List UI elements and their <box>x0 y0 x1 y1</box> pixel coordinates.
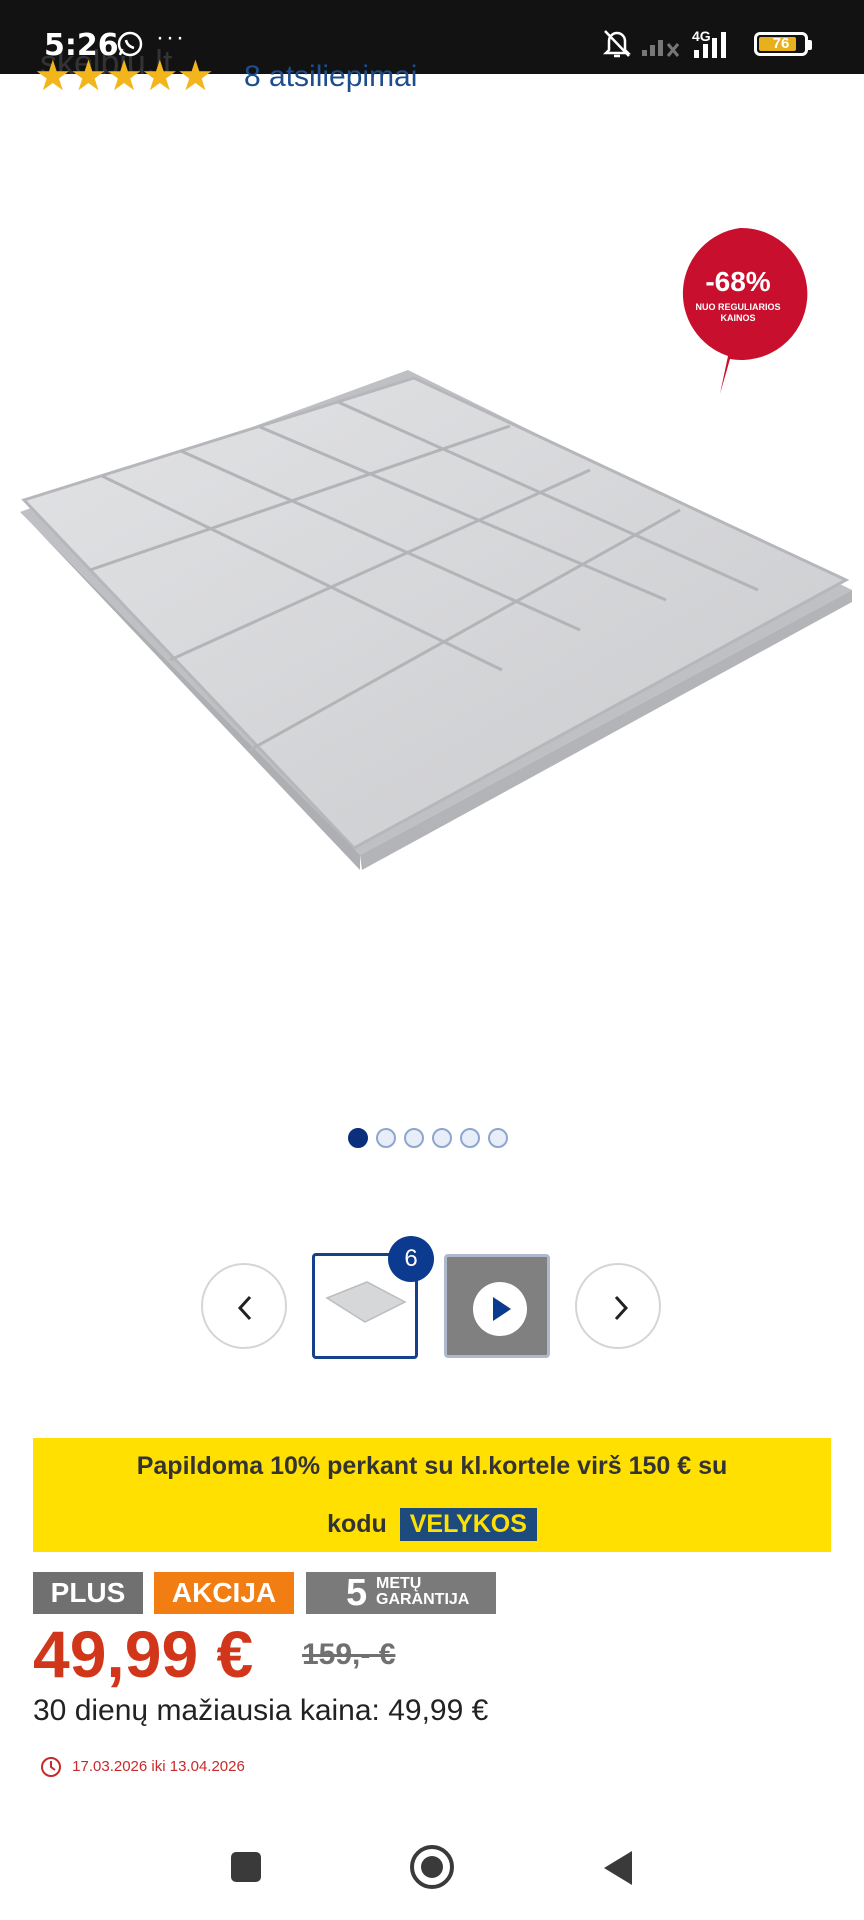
promo-banner: Papildoma 10% perkant su kl.kortele virš… <box>33 1438 831 1552</box>
carousel-dots <box>348 1128 528 1154</box>
battery-level: 76 <box>772 35 790 52</box>
promo-code: VELYKOS <box>399 1508 537 1541</box>
plus-tag: PLUS <box>33 1572 143 1614</box>
current-price: 49,99 € <box>33 1617 254 1691</box>
offer-dates: 17.03.2026 iki 13.04.2026 <box>72 1757 245 1775</box>
carousel-dot[interactable] <box>376 1128 396 1148</box>
thumb-prev-button[interactable] <box>201 1263 287 1349</box>
warranty-line-2: GARANTIJA <box>376 1591 470 1608</box>
video-thumbnail[interactable] <box>444 1254 550 1358</box>
carousel-dot[interactable] <box>432 1128 452 1148</box>
battery-icon: 76 <box>754 32 808 56</box>
lowest-price-30-days: 30 dienų mažiausia kaina: 49,99 € <box>33 1694 489 1727</box>
promo-line-code: kodu VELYKOS <box>33 1508 831 1541</box>
akcija-tag: AKCIJA <box>154 1572 294 1614</box>
warranty-tag: 5 METŲ GARANTIJA <box>306 1572 496 1614</box>
promo-line: Papildoma 10% perkant su kl.kortele virš… <box>136 1452 728 1480</box>
home-icon[interactable] <box>408 1843 456 1891</box>
battery-tip <box>808 40 812 50</box>
promo-code-prefix: kodu <box>327 1510 387 1538</box>
signal-weak-icon <box>642 40 680 57</box>
bell-muted-icon <box>602 30 632 58</box>
play-video-icon <box>473 1282 527 1336</box>
discount-note: NUO REGULIARIOS KAINOS <box>695 302 781 323</box>
image-count-badge: 6 <box>388 1236 434 1282</box>
discount-percent: -68% <box>705 266 771 297</box>
chevron-right-icon <box>614 1295 629 1321</box>
chevron-left-icon <box>237 1295 252 1321</box>
carousel-dot[interactable] <box>404 1128 424 1148</box>
back-icon[interactable] <box>600 1849 636 1887</box>
signal-strong-icon <box>694 32 726 58</box>
product-image[interactable] <box>10 370 856 900</box>
warranty-line-1: METŲ <box>376 1575 422 1592</box>
more-notifications-icon: ··· <box>156 24 186 51</box>
warranty-years: 5 <box>346 1572 368 1614</box>
clock-icon <box>41 1757 61 1777</box>
recent-apps-icon[interactable] <box>229 1850 263 1884</box>
review-count-link[interactable]: 8 atsiliepimai <box>244 60 417 94</box>
warranty-text: METŲ GARANTIJA <box>376 1576 469 1608</box>
rating-stars: ★★★★★ <box>34 52 214 99</box>
old-price: 159,- € <box>302 1638 396 1671</box>
carousel-dot[interactable] <box>460 1128 480 1148</box>
carousel-dot[interactable] <box>348 1128 368 1148</box>
offer-validity: 17.03.2026 iki 13.04.2026 <box>40 1756 245 1778</box>
carousel-dot[interactable] <box>488 1128 508 1148</box>
thumb-next-button[interactable] <box>575 1263 661 1349</box>
review-summary[interactable]: ★★★★★ 8 atsiliepimai <box>34 52 634 99</box>
